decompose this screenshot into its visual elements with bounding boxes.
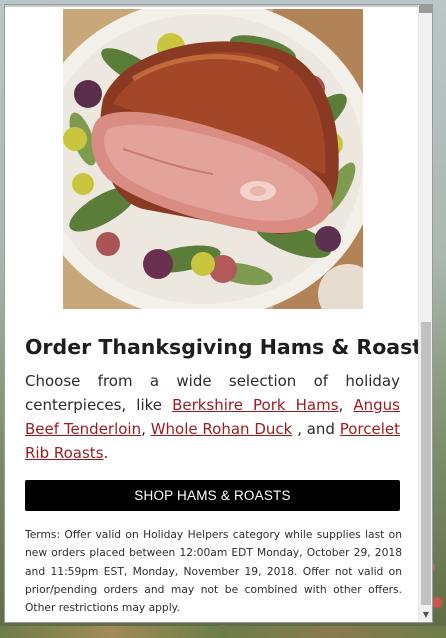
popup-content: Order Thanksgiving Hams & Roasts Choose … [5, 5, 433, 622]
offer-title: Order Thanksgiving Hams & Roasts [25, 335, 433, 359]
vertical-scrollbar[interactable]: ▼ [418, 5, 432, 622]
offer-terms: Terms: Offer valid on Holiday Helpers ca… [25, 528, 402, 615]
ham-photo-icon [63, 9, 363, 309]
desc-separator: , and [292, 420, 340, 438]
desc-separator: , [338, 396, 354, 414]
chevron-down-icon[interactable]: ▼ [419, 608, 432, 622]
shop-hams-roasts-button[interactable]: SHOP HAMS & ROASTS [25, 480, 400, 511]
offer-description: Choose from a wide selection of holiday … [25, 369, 400, 465]
link-whole-rohan-duck[interactable]: Whole Rohan Duck [151, 420, 293, 438]
ham-image [63, 9, 363, 309]
link-berkshire-pork-hams[interactable]: Berkshire Pork Hams [172, 396, 338, 414]
desktop-background-strip [0, 626, 446, 638]
scrollbar-top-edge [419, 5, 432, 13]
desc-separator: , [141, 420, 151, 438]
scrollbar-thumb[interactable] [421, 322, 431, 605]
offer-popup: Order Thanksgiving Hams & Roasts Choose … [4, 4, 433, 623]
desc-end: . [103, 444, 109, 462]
